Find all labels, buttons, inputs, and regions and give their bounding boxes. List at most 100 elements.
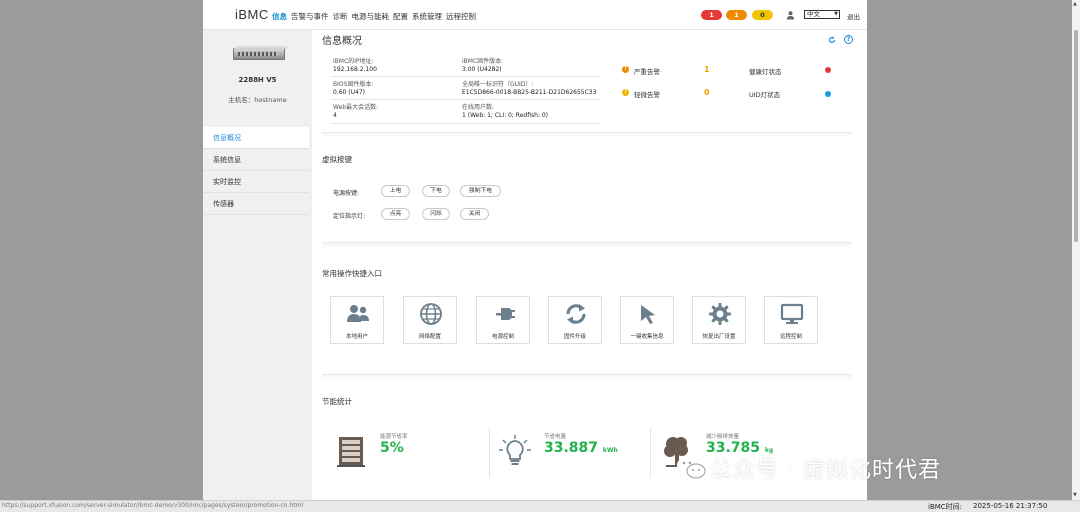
quick-actions-title: 常用操作快捷入口 bbox=[322, 269, 382, 278]
critical-alarm-icon: ! bbox=[622, 66, 629, 73]
minor-alarm-badge[interactable]: 0 bbox=[752, 10, 773, 20]
gear-icon bbox=[709, 303, 731, 325]
energy-stats-title: 节能统计 bbox=[322, 397, 352, 406]
guid-info: 全局唯一标识符（GUID）: E1C5D866-0018-BB25-B211-D… bbox=[462, 81, 596, 96]
side-menu: 信息概况 系统信息 实时监控 传感器 bbox=[203, 127, 309, 215]
power-off-button[interactable]: 下电 bbox=[422, 185, 450, 197]
divider bbox=[332, 123, 600, 124]
scrollbar-thumb[interactable] bbox=[1074, 30, 1078, 242]
nav-system-management[interactable]: 系统管理 bbox=[412, 11, 442, 22]
help-icon[interactable]: ? bbox=[844, 35, 853, 44]
ibmc-time-value: 2025-05-16 21:37:50 bbox=[973, 502, 1048, 510]
ibmc-ip-info: iBMC的IP地址: 192.168.2.100 bbox=[333, 58, 377, 73]
ibmc-logo: iBMC bbox=[235, 7, 269, 22]
quick-action-local-users[interactable]: 本地用户 bbox=[330, 296, 384, 344]
uid-blink-button[interactable]: 闪烁 bbox=[422, 208, 450, 220]
quick-action-label: 一键收集信息 bbox=[630, 334, 664, 340]
server-model: 2288H V5 bbox=[238, 76, 277, 84]
user-icon[interactable] bbox=[786, 10, 795, 20]
critical-alarm-label: 严重告警 bbox=[634, 68, 660, 76]
top-navigation-bar: iBMC 信息 告警与事件 诊断 电源与能耗 配置 系统管理 远程控制 1 1 … bbox=[203, 0, 867, 30]
quick-action-firmware-upgrade[interactable]: 固件升级 bbox=[548, 296, 602, 344]
section-separator bbox=[322, 132, 852, 138]
sidebar-item-realtime-monitor[interactable]: 实时监控 bbox=[203, 171, 309, 193]
guid-value: E1C5D866-0018-BB25-B211-D21D62655C33 bbox=[462, 88, 597, 96]
minor-alarm-label: 轻微告警 bbox=[634, 91, 660, 99]
sidebar-item-overview[interactable]: 信息概况 bbox=[203, 127, 309, 149]
nav-power-energy[interactable]: 电源与能耗 bbox=[352, 11, 390, 22]
minor-alarm-icon: ! bbox=[622, 89, 629, 96]
ibmc-fw-label: iBMC固件版本: bbox=[462, 58, 504, 65]
quick-action-label: 网络配置 bbox=[418, 334, 441, 340]
nav-info[interactable]: 信息 bbox=[272, 11, 287, 22]
divider bbox=[332, 76, 600, 77]
web-sessions-label: Web最大会话数: bbox=[333, 104, 379, 111]
logout-link[interactable]: 退出 bbox=[847, 11, 860, 21]
main-nav: 信息 告警与事件 诊断 电源与能耗 配置 系统管理 远程控制 bbox=[272, 11, 480, 22]
ibmc-fw-value: 3.00 (U4282) bbox=[462, 65, 502, 73]
critical-alarm-badge[interactable]: 1 bbox=[701, 10, 722, 20]
online-users-label: 在线用户数: bbox=[462, 104, 495, 111]
plug-icon bbox=[496, 308, 515, 320]
scroll-up-arrow-icon[interactable]: ▲ bbox=[1073, 1, 1077, 7]
power-saved-number: 33.887 bbox=[544, 440, 599, 456]
uid-led-indicator bbox=[825, 91, 831, 97]
divider bbox=[332, 99, 600, 100]
power-saved-label: 节省电量 bbox=[544, 434, 567, 440]
energy-saving-rate-value: 5% bbox=[380, 440, 404, 456]
main-content: 信息概况 ? iBMC的IP地址: 192.168.2.100 iBMC固件版本… bbox=[312, 30, 867, 500]
quick-action-remote-control[interactable]: 远程控制 bbox=[764, 296, 818, 344]
minor-alarm-count[interactable]: 0 bbox=[704, 88, 710, 97]
refresh-icon[interactable] bbox=[828, 36, 836, 44]
virtual-buttons-title: 虚拟按键 bbox=[322, 155, 352, 164]
watermark-text: 公众号 · 虚拟化时代君 bbox=[710, 458, 941, 483]
bios-fw-value: 0.60 (U47) bbox=[333, 88, 365, 96]
health-led-label: 健康灯状态 bbox=[749, 68, 782, 76]
globe-icon bbox=[420, 303, 442, 325]
guid-label: 全局唯一标识符（GUID）: bbox=[462, 81, 534, 88]
critical-alarm-count[interactable]: 1 bbox=[704, 65, 710, 74]
language-select[interactable]: 中文 bbox=[804, 10, 840, 19]
scroll-down-arrow-icon[interactable]: ▼ bbox=[1073, 492, 1077, 498]
online-users-info: 在线用户数: 1 (Web: 1; CLI: 0; Redfish: 0) bbox=[462, 104, 548, 119]
force-power-off-button[interactable]: 强制下电 bbox=[460, 185, 501, 197]
quick-action-collect-info[interactable]: 一键收集信息 bbox=[620, 296, 674, 344]
bios-fw-info: BIOS固件版本: 0.60 (U47) bbox=[333, 81, 373, 96]
online-users-value: 1 (Web: 1; CLI: 0; Redfish: 0) bbox=[462, 111, 548, 119]
watermark: 公众号 · 虚拟化时代君 bbox=[676, 452, 941, 484]
page-scrollbar[interactable]: ▲ ▼ bbox=[1072, 0, 1080, 500]
uid-off-button[interactable]: 关闭 bbox=[460, 208, 489, 220]
refresh-icon bbox=[566, 304, 586, 324]
health-led-indicator bbox=[825, 67, 831, 73]
bios-fw-label: BIOS固件版本: bbox=[333, 81, 374, 88]
nav-config[interactable]: 配置 bbox=[393, 11, 408, 22]
sidebar-item-system-info[interactable]: 系统信息 bbox=[203, 149, 309, 171]
lightbulb-icon bbox=[499, 435, 531, 465]
nav-alarms-events[interactable]: 告警与事件 bbox=[291, 11, 329, 22]
co2-reduced-label: 减少碳排放量 bbox=[706, 434, 740, 440]
wechat-icon bbox=[677, 457, 706, 479]
quick-action-factory-reset[interactable]: 恢复出厂设置 bbox=[692, 296, 746, 344]
monitor-icon bbox=[780, 303, 804, 324]
major-alarm-badge[interactable]: 1 bbox=[726, 10, 747, 20]
nav-diagnosis[interactable]: 诊断 bbox=[333, 11, 348, 22]
uid-led-control-label: 定位指示灯: bbox=[333, 213, 366, 220]
hostname-label: 主机名：hostname bbox=[228, 96, 287, 104]
sidebar-item-sensors[interactable]: 传感器 bbox=[203, 193, 309, 215]
web-sessions-value: 4 bbox=[333, 111, 337, 119]
ibmc-ip-value: 192.168.2.100 bbox=[333, 65, 377, 73]
power-saved-value: 33.887 kWh bbox=[544, 440, 618, 456]
quick-action-power-control[interactable]: 电源控制 bbox=[476, 296, 530, 344]
quick-action-label: 固件升级 bbox=[563, 334, 586, 340]
nav-remote-control[interactable]: 远程控制 bbox=[446, 11, 476, 22]
cursor-icon bbox=[641, 305, 655, 324]
sidebar: 2288H V5 主机名：hostname 信息概况 系统信息 实时监控 传感器 bbox=[203, 30, 312, 500]
divider bbox=[489, 428, 490, 478]
section-separator bbox=[322, 242, 852, 248]
web-sessions-info: Web最大会话数: 4 bbox=[333, 104, 378, 119]
users-icon bbox=[347, 305, 369, 322]
uid-on-button[interactable]: 点亮 bbox=[381, 208, 410, 220]
power-on-button[interactable]: 上电 bbox=[381, 185, 410, 197]
quick-action-label: 本地用户 bbox=[345, 334, 368, 340]
quick-action-network-config[interactable]: 网络配置 bbox=[403, 296, 457, 344]
